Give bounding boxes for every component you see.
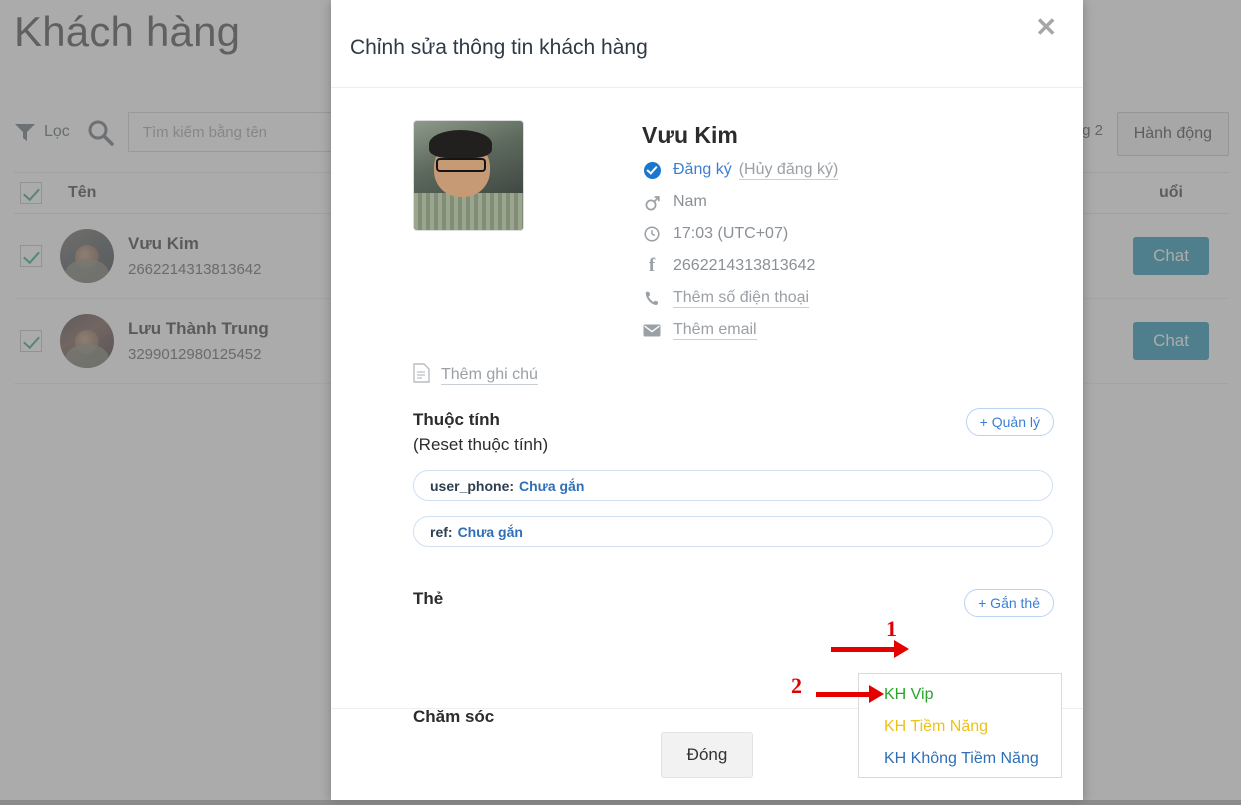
gender-value: Nam [673, 193, 707, 210]
info-row-time: 17:03 (UTC+07) [642, 223, 838, 245]
unsubscribe-link[interactable]: (Hủy đăng ký) [738, 161, 839, 180]
close-icon[interactable]: ✕ [1029, 13, 1063, 41]
check-circle-icon [642, 161, 662, 179]
close-button[interactable]: Đóng [660, 731, 754, 778]
attribute-key: user_phone: [430, 477, 515, 494]
subscription-status: Đăng ký [673, 161, 732, 178]
phone-icon [642, 290, 662, 306]
info-row-gender: Nam [642, 191, 838, 213]
tag-section: Thẻ + Gắn thẻ [413, 589, 1054, 623]
clock-icon [642, 226, 662, 242]
profile-photo [413, 120, 524, 231]
add-email-link[interactable]: Thêm email [673, 321, 757, 340]
profile-section: Vưu Kim Đăng ký (Hủy đăng ký) Nam 17:03 … [331, 88, 1083, 341]
annotation-number-1: 1 [886, 616, 897, 641]
annotation-number-2: 2 [791, 673, 802, 698]
tag-option-potential[interactable]: KH Tiềm Năng [884, 718, 1061, 736]
care-label: Chăm sóc [413, 707, 495, 726]
attribute-value: Chưa gắn [519, 477, 585, 494]
note-icon [413, 363, 430, 388]
info-row-email: Thêm email [642, 319, 838, 341]
attribute-key: ref: [430, 523, 453, 540]
info-row-phone: Thêm số điện thoại [642, 287, 838, 309]
facebook-icon: f [648, 255, 656, 276]
edit-customer-modal: Chỉnh sửa thông tin khách hàng ✕ Vưu Kim… [331, 0, 1083, 800]
male-gender-icon [642, 194, 662, 211]
profile-name: Vưu Kim [642, 122, 738, 148]
envelope-icon [642, 324, 662, 337]
info-row-facebook: f 2662214313813642 [642, 255, 838, 277]
local-time-value: 17:03 (UTC+07) [673, 225, 789, 242]
add-tag-button[interactable]: + Gắn thẻ [964, 589, 1054, 617]
attribute-row[interactable]: ref: Chưa gắn [413, 516, 1053, 547]
attributes-section: Thuộc tính (Reset thuộc tính) + Quản lý … [413, 408, 1054, 547]
attribute-row[interactable]: user_phone: Chưa gắn [413, 470, 1053, 501]
add-note-link[interactable]: Thêm ghi chú [441, 366, 538, 385]
reset-attributes-link[interactable]: (Reset thuộc tính) [413, 435, 1053, 455]
attributes-label: Thuộc tính [413, 410, 500, 429]
add-phone-link[interactable]: Thêm số điện thoại [673, 289, 810, 308]
profile-info: Vưu Kim Đăng ký (Hủy đăng ký) Nam 17:03 … [642, 120, 839, 341]
facebook-id-value: 2662214313813642 [673, 257, 816, 274]
tag-option-vip[interactable]: KH Vip [884, 686, 1061, 704]
tag-dropdown[interactable]: KH Vip KH Tiềm Năng KH Không Tiềm Năng [858, 673, 1062, 778]
tag-label: Thẻ [413, 589, 444, 608]
overlay-bottom-strip [0, 800, 1241, 805]
modal-header: Chỉnh sửa thông tin khách hàng ✕ [331, 0, 1083, 88]
modal-title: Chỉnh sửa thông tin khách hàng [350, 36, 648, 59]
tag-option-not-potential[interactable]: KH Không Tiềm Năng [884, 750, 1061, 768]
add-note-row[interactable]: Thêm ghi chú [413, 363, 1083, 388]
attribute-value: Chưa gắn [457, 523, 523, 540]
modal-body: Vưu Kim Đăng ký (Hủy đăng ký) Nam 17:03 … [331, 88, 1083, 778]
info-row-subscription: Đăng ký (Hủy đăng ký) [642, 159, 839, 181]
manage-attributes-button[interactable]: + Quản lý [965, 408, 1054, 436]
